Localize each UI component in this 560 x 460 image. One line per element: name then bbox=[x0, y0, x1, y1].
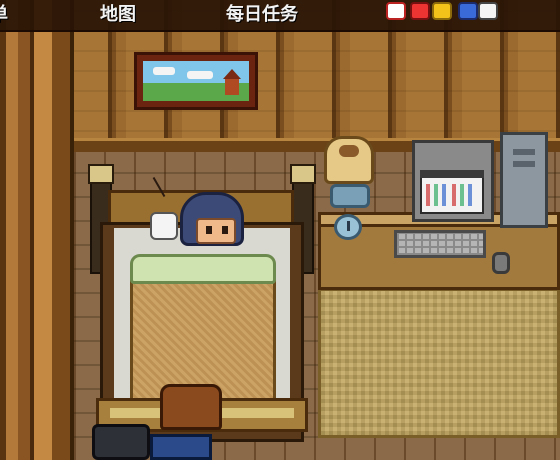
bed-post-cap bbox=[290, 164, 316, 184]
bed-post-cap bbox=[88, 164, 114, 184]
cat-plush[interactable] bbox=[150, 212, 178, 240]
screen-title-bar bbox=[420, 170, 484, 178]
lamp-icon[interactable] bbox=[324, 136, 374, 184]
cloud bbox=[153, 67, 175, 75]
boots-icon[interactable] bbox=[160, 384, 222, 430]
desk-rug bbox=[318, 288, 560, 438]
blanket-fold bbox=[130, 254, 276, 284]
blue-gem-icon bbox=[458, 2, 478, 20]
character-face bbox=[196, 218, 236, 244]
landscape-painting[interactable] bbox=[134, 52, 258, 110]
cloud bbox=[187, 71, 213, 79]
wooden-pillar bbox=[0, 0, 74, 460]
gold-gem-icon bbox=[432, 2, 452, 20]
computer-tower[interactable] bbox=[500, 132, 548, 228]
jar-icon[interactable] bbox=[92, 424, 150, 460]
menu-button[interactable]: 单 bbox=[0, 0, 8, 30]
painting-canvas bbox=[143, 61, 249, 101]
game-scene: 单 地图 每日任务 bbox=[0, 0, 560, 460]
keyboard[interactable] bbox=[394, 230, 486, 258]
mouse[interactable] bbox=[492, 252, 510, 274]
daily-tasks-button[interactable]: 每日任务 bbox=[226, 0, 298, 30]
painting-house bbox=[225, 79, 239, 95]
character-eye bbox=[206, 226, 212, 234]
clock-icon[interactable] bbox=[334, 214, 362, 240]
red-gem-icon bbox=[410, 2, 430, 20]
status-gems-icon[interactable] bbox=[380, 0, 510, 24]
map-button[interactable]: 地图 bbox=[100, 0, 136, 30]
book-icon[interactable] bbox=[150, 434, 212, 460]
painting-house-roof bbox=[223, 69, 241, 79]
lamp-base bbox=[330, 184, 370, 208]
top-hud: 单 地图 每日任务 bbox=[0, 0, 560, 32]
white-gem-icon bbox=[386, 2, 406, 20]
character-eye bbox=[222, 226, 228, 234]
white-gem-icon bbox=[478, 2, 498, 20]
screen-desktop-icons bbox=[426, 184, 478, 206]
